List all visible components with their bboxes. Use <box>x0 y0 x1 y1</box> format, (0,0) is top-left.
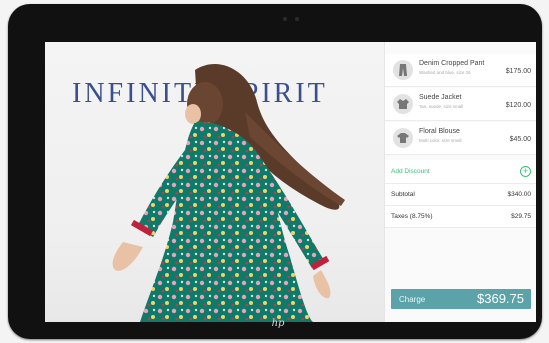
charge-total: $369.75 <box>477 291 524 306</box>
cart-item[interactable]: Suede Jacket Tan, suede, size small $120… <box>385 88 536 121</box>
camera-icon <box>283 17 287 21</box>
item-name: Denim Cropped Pant <box>419 60 485 67</box>
taxes-row: Taxes (8.75%) $29.75 <box>385 206 536 228</box>
model-photo <box>112 64 345 322</box>
item-description: Multi color, size small <box>419 138 462 143</box>
taxes-value: $29.75 <box>511 213 531 220</box>
subtotal-value: $340.00 <box>507 191 532 198</box>
item-price: $45.00 <box>509 136 531 143</box>
cart-item[interactable]: Floral Blouse Multi color, size small $4… <box>385 122 536 155</box>
hp-logo-icon: hp <box>271 318 285 329</box>
item-name: Suede Jacket <box>419 94 462 101</box>
pants-icon <box>393 60 413 80</box>
sensor-icon <box>295 17 299 21</box>
subtotal-row: Subtotal $340.00 <box>385 184 536 206</box>
item-description: Tan, suede, size small <box>419 104 464 109</box>
add-discount-row[interactable]: Add Discount + <box>385 160 536 184</box>
charge-button[interactable]: Charge $369.75 <box>391 289 531 309</box>
item-name: Floral Blouse <box>419 128 460 135</box>
jacket-icon <box>393 94 413 114</box>
item-description: Washed and blue, size 26 <box>419 70 471 75</box>
hero-banner: INFINITE SPIRIT <box>45 42 384 322</box>
cart-item[interactable]: Denim Cropped Pant Washed and blue, size… <box>385 54 536 87</box>
blouse-icon <box>393 128 413 148</box>
subtotal-label: Subtotal <box>391 191 415 198</box>
tablet-device: INFINITE SPIRIT Denim Cropped Pant Washe… <box>8 4 542 339</box>
item-price: $175.00 <box>505 68 531 75</box>
item-price: $120.00 <box>505 102 531 109</box>
add-discount-label[interactable]: Add Discount <box>391 168 430 175</box>
order-panel: Denim Cropped Pant Washed and blue, size… <box>384 42 536 322</box>
charge-label: Charge <box>399 295 426 304</box>
taxes-label: Taxes (8.75%) <box>391 213 433 220</box>
plus-circle-icon[interactable]: + <box>520 166 531 177</box>
pos-screen: INFINITE SPIRIT Denim Cropped Pant Washe… <box>45 42 536 322</box>
